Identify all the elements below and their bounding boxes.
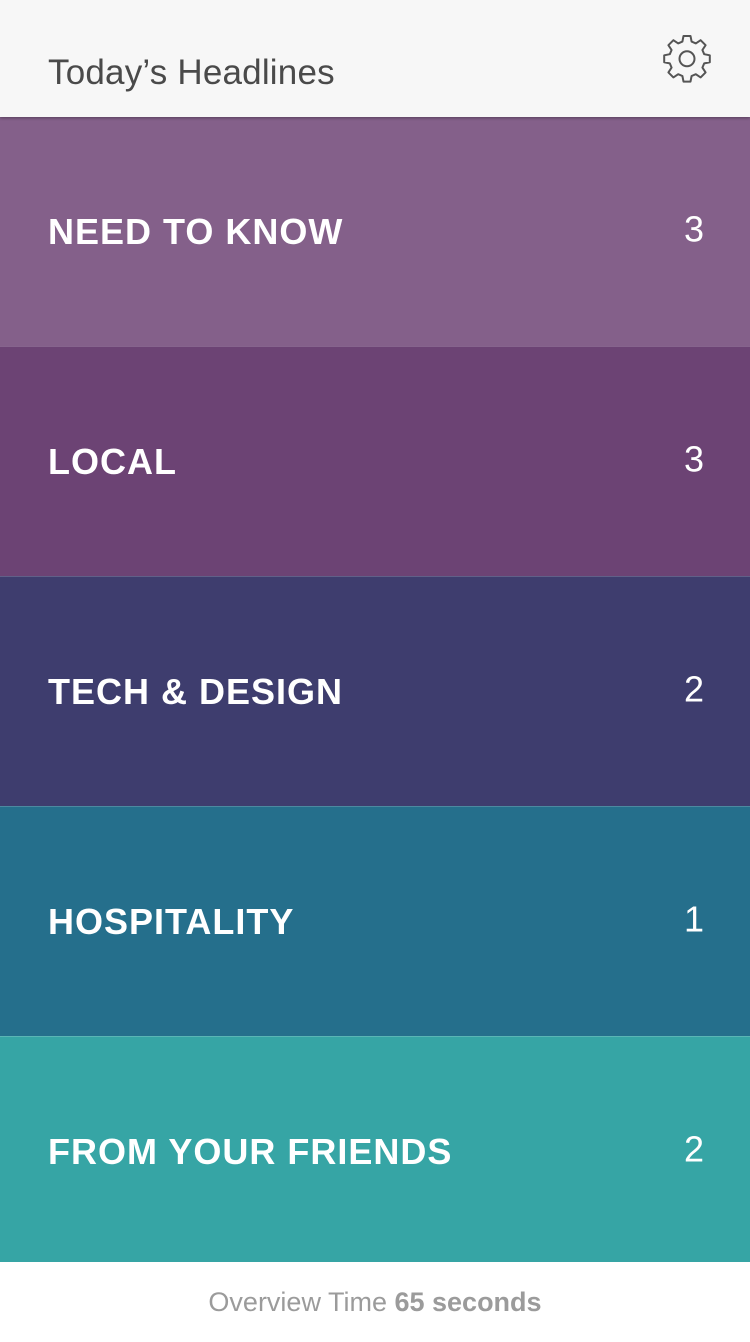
section-count: 3: [683, 207, 704, 249]
gear-icon: [663, 35, 711, 83]
app-header: Today’s Headlines: [0, 0, 750, 117]
section-hospitality[interactable]: HOSPITALITY 1: [0, 806, 750, 1036]
section-local[interactable]: LOCAL 3: [0, 346, 750, 576]
section-from-your-friends[interactable]: FROM YOUR FRIENDS 2: [0, 1036, 750, 1266]
page-title: Today’s Headlines: [48, 53, 335, 92]
section-label: NEED TO KNOW: [48, 210, 344, 252]
section-need-to-know[interactable]: NEED TO KNOW 3: [0, 117, 750, 346]
overview-time-value: 65 seconds: [394, 1287, 542, 1317]
section-count: 2: [683, 667, 704, 709]
overview-time-label: Overview Time: [208, 1287, 387, 1317]
section-count: 1: [683, 897, 704, 939]
overview-time-footer: Overview Time 65 seconds: [0, 1262, 750, 1334]
section-list: NEED TO KNOW 3 LOCAL 3 TECH & DESIGN 2 H…: [0, 117, 750, 1266]
section-label: HOSPITALITY: [48, 900, 295, 942]
section-label: FROM YOUR FRIENDS: [48, 1130, 453, 1172]
section-count: 3: [683, 437, 704, 479]
section-label: LOCAL: [48, 440, 177, 482]
section-count: 2: [683, 1127, 704, 1169]
settings-button[interactable]: [657, 30, 717, 90]
section-label: TECH & DESIGN: [48, 670, 344, 712]
section-tech-design[interactable]: TECH & DESIGN 2: [0, 576, 750, 806]
